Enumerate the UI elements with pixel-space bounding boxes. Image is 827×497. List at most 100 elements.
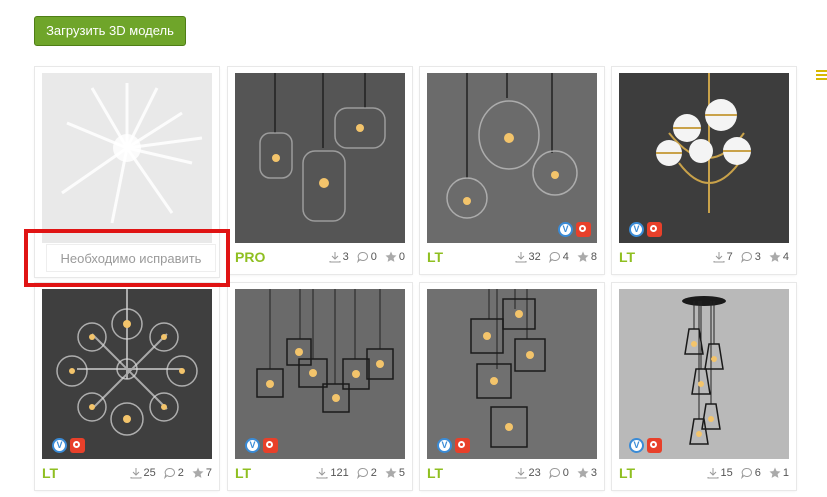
comments-count: 0 (562, 467, 569, 479)
model-card[interactable]: V LT 15 6 1 (612, 283, 796, 490)
model-card[interactable]: V LT 121 2 5 (228, 283, 412, 490)
downloads-count: 32 (528, 251, 541, 263)
model-card[interactable]: V LT 32 4 8 (420, 67, 604, 274)
format-badges: V (629, 222, 662, 237)
download-icon (515, 468, 526, 479)
menu-icon[interactable] (816, 70, 827, 84)
star-icon (577, 251, 589, 262)
stars-count: 8 (590, 251, 597, 263)
stars-stat: 7 (192, 467, 212, 479)
comments-count: 3 (754, 251, 761, 263)
corona-icon (576, 222, 591, 237)
corona-icon (455, 438, 470, 453)
star-icon (769, 251, 781, 262)
format-badges: V (437, 438, 470, 453)
tier-label: LT (235, 465, 252, 481)
upload-3d-model-button[interactable]: Загрузить 3D модель (34, 16, 186, 46)
corona-icon (647, 438, 662, 453)
model-thumbnail[interactable]: V (619, 73, 789, 243)
star-icon (385, 467, 397, 478)
model-thumbnail[interactable]: V (42, 289, 212, 459)
model-card[interactable]: PRO 3 0 0 (228, 67, 412, 274)
download-icon (713, 252, 725, 263)
format-badges: V (629, 438, 662, 453)
comments-stat: 3 (740, 251, 761, 263)
model-thumbnail[interactable] (42, 73, 212, 243)
downloads-stat: 23 (515, 467, 541, 479)
comments-stat: 0 (548, 467, 569, 479)
downloads-stat: 3 (329, 251, 349, 263)
vray-icon: V (245, 438, 260, 453)
downloads-count: 3 (342, 251, 349, 263)
downloads-stat: 7 (713, 251, 733, 263)
downloads-stat: 32 (515, 251, 541, 263)
needs-fix-label[interactable]: Необходимо исправить (46, 244, 216, 272)
tier-label: LT (42, 465, 59, 481)
comment-icon (356, 468, 368, 479)
tier-label: LT (619, 249, 636, 265)
comment-icon (548, 252, 560, 263)
comment-icon (740, 252, 752, 263)
stars-count: 1 (782, 467, 789, 479)
comments-count: 6 (754, 467, 761, 479)
stars-count: 3 (590, 467, 597, 479)
download-icon (316, 468, 328, 479)
model-card[interactable]: V LT 25 2 7 (35, 283, 219, 490)
model-thumbnail[interactable]: V (427, 289, 597, 459)
comments-count: 0 (370, 251, 377, 263)
vray-icon: V (437, 438, 452, 453)
tier-label: LT (427, 465, 444, 481)
comments-count: 2 (370, 467, 377, 479)
corona-icon (647, 222, 662, 237)
star-icon (577, 467, 589, 478)
downloads-stat: 25 (130, 467, 156, 479)
comments-stat: 0 (356, 251, 377, 263)
download-icon (515, 252, 526, 263)
model-thumbnail[interactable]: V (619, 289, 789, 459)
tier-label: PRO (235, 249, 266, 265)
stars-stat: 5 (385, 467, 405, 479)
download-icon (130, 468, 141, 479)
comments-count: 2 (177, 467, 184, 479)
stars-stat: 3 (577, 467, 597, 479)
corona-icon (70, 438, 85, 453)
stars-stat: 0 (385, 251, 405, 263)
stars-stat: 8 (577, 251, 597, 263)
model-thumbnail[interactable] (235, 73, 405, 243)
model-card[interactable]: V LT 7 3 4 (612, 67, 796, 274)
downloads-count: 23 (528, 467, 541, 479)
comment-icon (356, 252, 368, 263)
stars-count: 0 (398, 251, 405, 263)
comments-stat: 2 (356, 467, 377, 479)
star-icon (192, 467, 204, 478)
comments-count: 4 (562, 251, 569, 263)
downloads-stat: 15 (707, 467, 733, 479)
model-thumbnail[interactable]: V (235, 289, 405, 459)
star-icon (769, 467, 781, 478)
downloads-stat: 121 (316, 467, 349, 479)
download-icon (329, 252, 341, 263)
downloads-count: 25 (143, 467, 156, 479)
vray-icon: V (629, 438, 644, 453)
stars-count: 4 (782, 251, 789, 263)
stars-stat: 4 (769, 251, 789, 263)
model-thumbnail[interactable]: V (427, 73, 597, 243)
comment-icon (740, 468, 752, 479)
tier-label: LT (427, 249, 444, 265)
star-icon (385, 251, 397, 262)
corona-icon (263, 438, 278, 453)
stars-stat: 1 (769, 467, 789, 479)
downloads-count: 7 (726, 251, 733, 263)
download-icon (707, 468, 718, 479)
comments-stat: 2 (163, 467, 184, 479)
vray-icon: V (52, 438, 67, 453)
format-badges: V (558, 222, 591, 237)
comments-stat: 4 (548, 251, 569, 263)
stars-count: 7 (205, 467, 212, 479)
stars-count: 5 (398, 467, 405, 479)
model-card[interactable]: V LT 23 0 3 (420, 283, 604, 490)
comment-icon (163, 468, 175, 479)
tier-label: LT (619, 465, 636, 481)
vray-icon: V (629, 222, 644, 237)
comments-stat: 6 (740, 467, 761, 479)
